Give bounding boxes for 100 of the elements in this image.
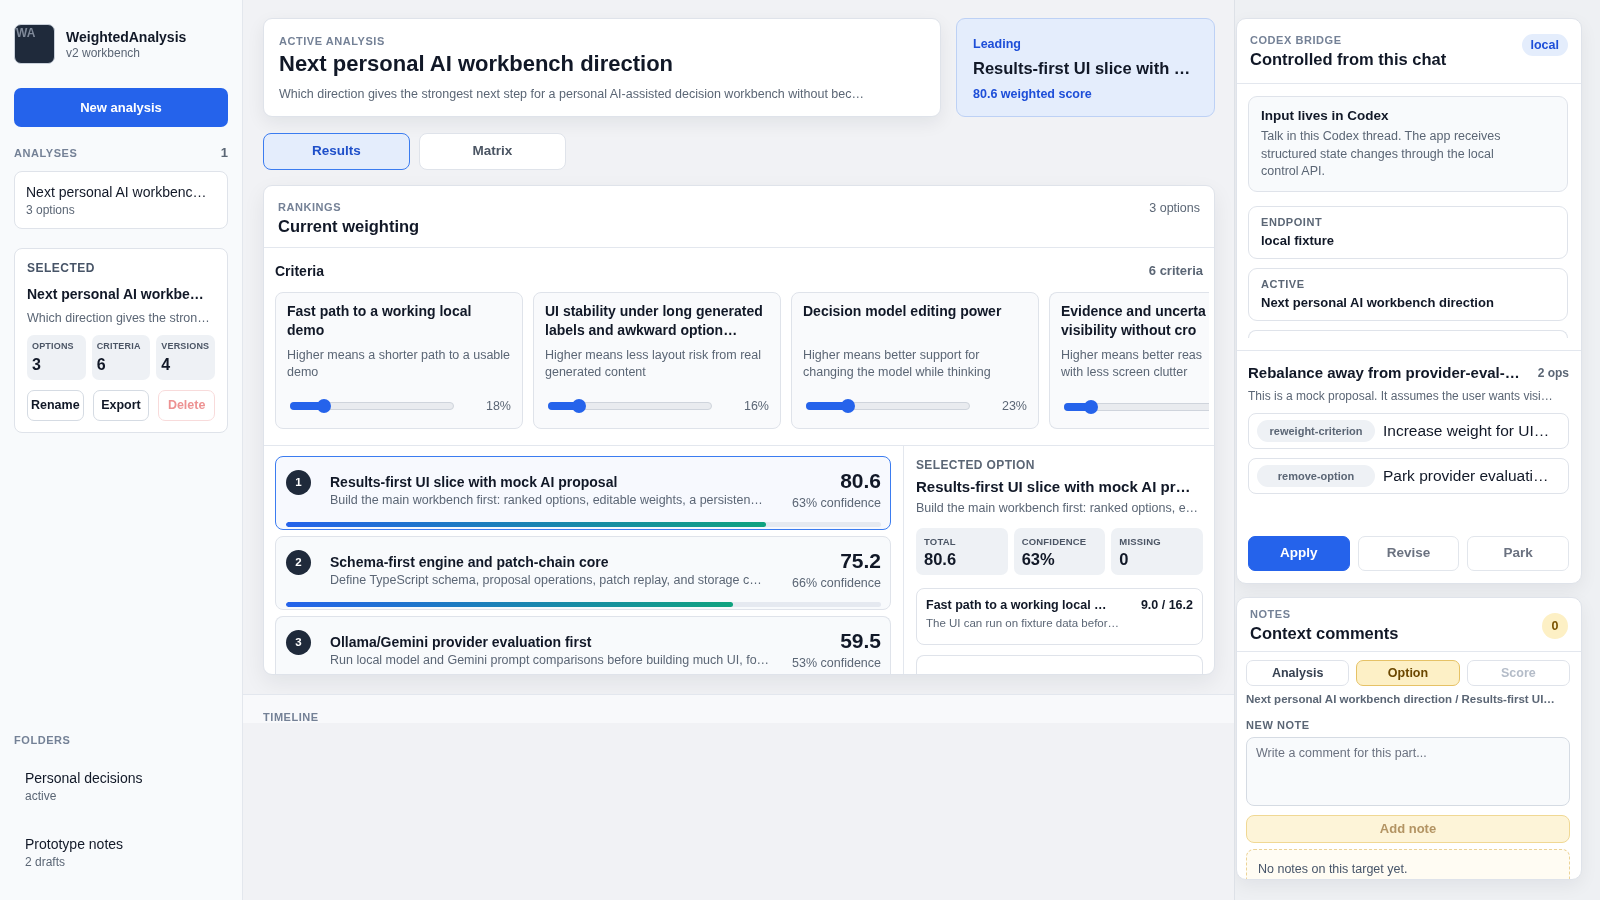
options-count: 3 options	[1149, 200, 1200, 216]
new-analysis-button[interactable]: New analysis	[14, 88, 228, 127]
section-label: ANALYSES	[14, 146, 78, 160]
stat-label: VERSIONS	[161, 341, 210, 352]
section-label: CODEX BRIDGE	[1250, 33, 1343, 47]
option-description: Build the main workbench first: ranked options, editable weights, a persisten…	[330, 492, 764, 508]
slider-thumb[interactable]	[1083, 400, 1098, 414]
empty-notes-message: No notes on this target yet.	[1246, 849, 1570, 879]
folder-meta: 2 drafts	[25, 854, 67, 870]
proposal-action-button[interactable]: Apply	[1248, 536, 1350, 571]
weight-percentage: 18%	[485, 398, 511, 414]
weight-slider[interactable]	[1064, 400, 1209, 414]
slider-thumb[interactable]	[317, 399, 331, 413]
stat-value: 3	[32, 355, 42, 375]
option-card[interactable]: 3 Ollama/Gemini provider evaluation first Run local model and Gemini prompt comparisons before building much UI, fo… 59.5 53% confidence	[275, 616, 891, 674]
weight-slider[interactable]	[548, 399, 712, 413]
app-logo: WA	[14, 24, 55, 64]
stat-value: 4	[161, 355, 172, 375]
app-name: WeightedAnalysis	[66, 27, 187, 46]
option-description: Define TypeScript schema, proposal operations, patch replay, and storage c…	[330, 572, 763, 588]
field-value: Next personal AI workbench direction	[1261, 293, 1495, 312]
analysis-meta: 3 options	[26, 202, 76, 218]
target-path: Next personal AI workbench direction / Results-first UI…	[1246, 692, 1556, 707]
operation-type-tag: reweight-criterion	[1257, 420, 1375, 442]
view-tab[interactable]: Matrix	[419, 133, 566, 170]
view-tab[interactable]: Results	[263, 133, 410, 170]
folder-item[interactable]: Personal decisions active	[14, 758, 228, 814]
panel-title: Controlled from this chat	[1250, 49, 1447, 70]
weight-percentage: 23%	[1001, 398, 1027, 414]
option-confidence: 53% confidence	[792, 655, 881, 671]
operation-type-tag: remove-option	[1257, 465, 1375, 487]
field-label: NEW NOTE	[1246, 718, 1311, 732]
action-button[interactable]: Rename	[27, 390, 84, 421]
proposal-action-button[interactable]: Revise	[1357, 536, 1460, 571]
option-title: Ollama/Gemini provider evaluation first	[330, 633, 593, 652]
criterion-description: Higher means better support for changing the model while thinking	[803, 347, 992, 381]
slider-thumb[interactable]	[572, 399, 586, 413]
section-label: SELECTED OPTION	[916, 458, 1036, 472]
folder-item[interactable]: Prototype notes 2 drafts	[14, 824, 228, 880]
option-confidence: 63% confidence	[792, 495, 881, 511]
section-label: FOLDERS	[14, 733, 72, 747]
stat-value: 63%	[1021, 549, 1056, 569]
analysis-description: Which direction gives the stron…	[27, 310, 211, 326]
option-title: Results-first UI slice with mock AI proposal	[330, 473, 619, 492]
info-text: Talk in this Codex thread. The app receives structured state changes through the local control API.	[1261, 128, 1502, 180]
criterion-title: Decision model editing power	[803, 302, 1003, 321]
weighted-score: 80.6 weighted score	[973, 86, 1093, 102]
section-label: TIMELINE	[263, 710, 320, 724]
stat-value: 80.6	[924, 549, 958, 569]
option-score: 80.6	[839, 469, 881, 493]
section-label: ACTIVE ANALYSIS	[279, 34, 386, 48]
proposal-summary: This is a mock proposal. It assumes the user wants visi…	[1248, 388, 1554, 405]
section-label: RANKINGS	[278, 200, 343, 214]
slider-thumb[interactable]	[840, 399, 855, 413]
field-label: ENDPOINT	[1261, 214, 1324, 229]
option-score: 59.5	[839, 629, 881, 653]
option-description: Build the main workbench first: ranked options, e…	[916, 500, 1200, 516]
analysis-item[interactable]: Next personal AI workbenc… 3 options	[14, 171, 228, 229]
option-card[interactable]: 1 Results-first UI slice with mock AI proposal Build the main workbench first: ranked options, editable weights, a persisten… 80.6 63% confidence	[275, 456, 891, 530]
folder-name: Personal decisions	[25, 769, 144, 788]
leading-option-title: Results-first UI slice with …	[973, 58, 1192, 79]
note-target-tab[interactable]: Analysis	[1246, 660, 1350, 686]
stat-label: TOTAL	[924, 536, 957, 547]
option-score: 75.2	[839, 549, 881, 573]
proposal-action-button[interactable]: Park	[1467, 536, 1569, 571]
folder-meta: active	[25, 788, 58, 804]
weight-slider[interactable]	[806, 399, 970, 413]
criterion-description: Higher means less layout risk from real generated content	[545, 347, 763, 381]
analysis-title: Next personal AI workbe…	[27, 285, 205, 304]
info-title: Input lives in Codex	[1261, 107, 1390, 125]
criterion-title: UI stability under long generated labels and awkward option…	[545, 302, 764, 340]
option-card[interactable]: 2 Schema-first engine and patch-chain core Define TypeScript schema, proposal operations, patch replay, and storage c… 75.2 66% confidence	[275, 536, 891, 610]
criterion-description: Higher means a shorter path to a usable demo	[287, 347, 511, 381]
criteria-heading: Criteria	[275, 262, 325, 280]
stat-value: 6	[96, 355, 107, 375]
operations-count: 2 ops	[1537, 364, 1569, 382]
panel-title: Context comments	[1250, 623, 1399, 644]
weight-slider[interactable]	[290, 399, 454, 413]
field-value: local fixture	[1261, 231, 1335, 250]
criterion-note: The UI can run on fixture data befor…	[926, 616, 1121, 631]
option-description: Run local model and Gemini prompt comparisons before building much UI, fo…	[330, 652, 771, 668]
note-input[interactable]: Write a comment for this part...	[1246, 737, 1570, 806]
option-title: Schema-first engine and patch-chain core	[330, 553, 610, 572]
section-title: Current weighting	[278, 216, 420, 237]
proposal-title: Rebalance away from provider-eval-…	[1248, 363, 1520, 383]
criterion-title: Evidence and uncerta visibility without cro	[1061, 302, 1207, 340]
criterion-description: Higher means better reas with less screen clutter	[1061, 347, 1204, 381]
operation-text: Increase weight for UI…	[1383, 421, 1550, 441]
analysis-title: Next personal AI workbenc…	[26, 183, 208, 202]
option-confidence: 66% confidence	[792, 575, 881, 591]
criteria-count: 6 criteria	[1148, 262, 1203, 280]
action-button[interactable]: Export	[92, 390, 150, 421]
notes-count-badge: 0	[1542, 612, 1568, 639]
rank-badge: 2	[286, 550, 311, 575]
criterion-score: 9.0 / 16.2	[1140, 597, 1193, 613]
analysis-heading: Next personal AI workbench direction	[279, 50, 675, 78]
rank-badge: 3	[286, 630, 311, 655]
criterion-title: Fast path to a working local demo	[287, 302, 473, 340]
app-subtitle: v2 workbench	[66, 45, 142, 61]
note-target-tab[interactable]: Option	[1356, 660, 1460, 686]
